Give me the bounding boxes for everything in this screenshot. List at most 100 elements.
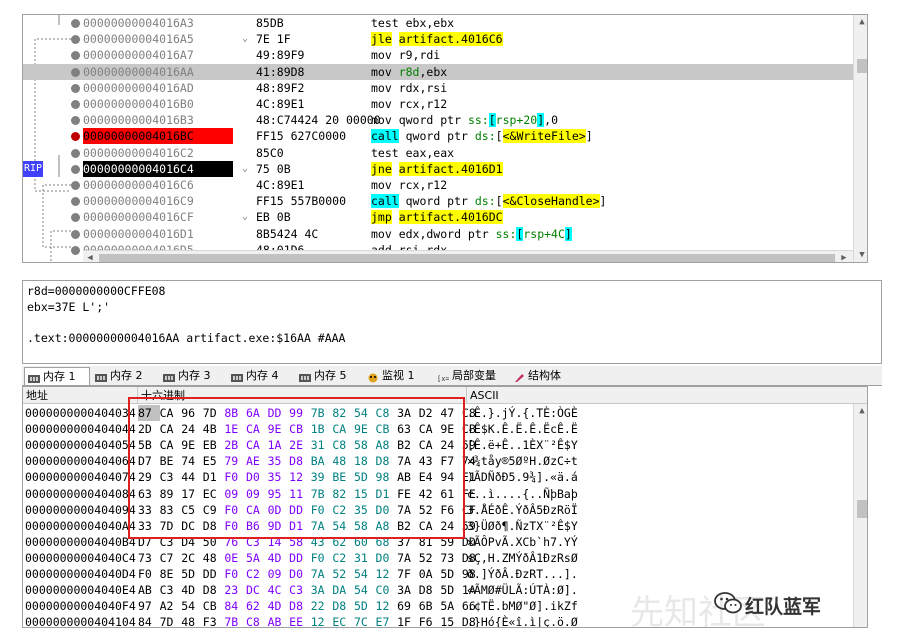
hex-byte[interactable]: 52	[419, 550, 441, 566]
tab-2[interactable]: 内存 2	[92, 367, 158, 385]
scroll-right-icon[interactable]: ▶	[837, 251, 851, 262]
breakpoint-dot-icon[interactable]	[71, 148, 80, 158]
dump-ascii[interactable]: ×¾tåy®5ØºH.ØzC÷t	[467, 453, 578, 469]
hex-byte[interactable]: 09	[268, 566, 290, 582]
tab-5[interactable]: 内存 5	[296, 367, 362, 385]
disasm-row[interactable]: RIP 00000000004016C4 ⌄ 75 0B jne artifact.40…	[23, 160, 867, 177]
hex-byte[interactable]: EE	[289, 614, 311, 627]
hex-byte[interactable]: 4D	[181, 582, 203, 598]
hex-byte[interactable]: DD	[289, 550, 311, 566]
scroll-left-icon[interactable]: ◀	[83, 251, 97, 262]
dump-ascii[interactable]: .}Hó{È«î.ì|ç.ö.Ø	[467, 614, 578, 627]
hex-byte[interactable]: D8	[289, 598, 311, 614]
tab-6[interactable]: 监视 1	[364, 367, 432, 385]
hex-byte[interactable]: DC	[246, 582, 268, 598]
disasm-vertical-scrollbar[interactable]: ▲ ▼	[853, 15, 867, 262]
breakpoint-dot-icon[interactable]	[71, 197, 80, 207]
hex-byte[interactable]: 48	[203, 550, 225, 566]
breakpoint-dot-icon[interactable]	[71, 83, 80, 93]
tab-1[interactable]: 内存 1	[24, 367, 90, 385]
disasm-row[interactable]: 00000000004016BC FF15 627C0000 call qword …	[23, 128, 867, 145]
hex-byte[interactable]: 54	[181, 598, 203, 614]
hex-byte[interactable]: D8	[419, 582, 441, 598]
hex-byte[interactable]: 1F	[397, 614, 419, 627]
disasm-horizontal-scrollbar[interactable]: ◀ ▶	[83, 250, 853, 262]
hex-byte[interactable]: C0	[376, 582, 398, 598]
disasm-row[interactable]: 00000000004016CF ⌄ EB 0B jmp artifact.4016D…	[23, 209, 867, 225]
hex-byte[interactable]: 31	[354, 550, 376, 566]
scrollbar-thumb[interactable]	[99, 254, 835, 262]
hex-byte[interactable]: 5D	[181, 566, 203, 582]
tab-7[interactable]: [x=]局部变量	[434, 367, 508, 385]
hex-byte[interactable]: F0	[224, 566, 246, 582]
hex-byte[interactable]: 0E	[224, 550, 246, 566]
disassembly-view[interactable]: 00000000004016A3 85DB test ebx,ebx 00000000…	[22, 14, 868, 263]
dump-ascii[interactable]: sÇ,H.ZMÝðÂ1ÐzRsØ	[467, 550, 578, 566]
hex-byte[interactable]: 5D	[354, 598, 376, 614]
hex-byte[interactable]: C3	[289, 582, 311, 598]
hex-byte[interactable]: D8	[203, 582, 225, 598]
dump-hex-bytes[interactable]: 97 A2 54 CB 84 62 4D D8 22 D8 5D 12 69 6B 5A 66	[138, 598, 484, 614]
breakpoint-dot-icon[interactable]	[71, 164, 80, 174]
hex-byte[interactable]: 3A	[397, 582, 419, 598]
hex-byte[interactable]: D8	[332, 598, 354, 614]
breakpoint-dot-icon[interactable]	[71, 67, 80, 77]
hex-byte[interactable]: 7B	[224, 614, 246, 627]
hex-byte[interactable]: C3	[160, 582, 182, 598]
hex-byte[interactable]: F6	[419, 614, 441, 627]
scrollbar-thumb[interactable]	[857, 500, 867, 518]
dump-ascii[interactable]: ð.]ÝðÂ.ÐzRT...].	[467, 566, 578, 582]
hex-byte[interactable]: 73	[138, 550, 160, 566]
disasm-row[interactable]: 00000000004016A3 85DB test ebx,ebx	[23, 15, 867, 31]
hex-byte[interactable]: E7	[376, 614, 398, 627]
hex-byte[interactable]: 23	[224, 582, 246, 598]
hex-byte[interactable]: 7C	[354, 614, 376, 627]
dump-hex-bytes[interactable]: 73 C7 2C 48 0E 5A 4D DD F0 C2 31 D0 7A 52 73 D8	[138, 550, 484, 566]
hex-byte[interactable]: C2	[332, 550, 354, 566]
hex-byte[interactable]: 4C	[268, 582, 290, 598]
dump-ascii[interactable]: [Ê.ë+Ê..1ÈX¨²Ê$Y	[467, 437, 578, 453]
breakpoint-dot-icon[interactable]	[71, 245, 80, 255]
column-header-ascii[interactable]: ASCII	[467, 387, 853, 404]
hex-byte[interactable]: 84	[138, 614, 160, 627]
hex-byte[interactable]: 5D	[440, 566, 462, 582]
hex-byte[interactable]: AB	[138, 582, 160, 598]
breakpoint-dot-icon[interactable]	[71, 19, 80, 28]
hex-byte[interactable]: 54	[354, 566, 376, 582]
breakpoint-dot-icon[interactable]	[71, 213, 80, 223]
scroll-up-icon[interactable]: ▲	[855, 404, 867, 418]
dump-ascii[interactable]: -Ê$K.Ê.Ë.Ê.ËcÊ.Ë	[467, 421, 578, 437]
hex-byte[interactable]: 73	[440, 550, 462, 566]
dump-vertical-scrollbar[interactable]: ▲	[853, 404, 867, 627]
hex-byte[interactable]: 2C	[181, 550, 203, 566]
disasm-row[interactable]: 00000000004016AD 48:89F2 mov rdx,rsi	[23, 80, 867, 96]
hex-byte[interactable]: A2	[160, 598, 182, 614]
hex-byte[interactable]: 6B	[419, 598, 441, 614]
hex-byte[interactable]: C8	[246, 614, 268, 627]
hex-byte[interactable]: 22	[311, 598, 333, 614]
dump-line[interactable]: 00000000004040D4 F0 8E 5D DD F0 C2 09 D0 7A 52 54 12…	[23, 566, 867, 582]
hex-byte[interactable]: 0A	[419, 566, 441, 582]
hex-byte[interactable]: D0	[289, 566, 311, 582]
dump-ascii[interactable]: ×ÃÔPvÃ.XCb`h7.YÝ	[467, 534, 578, 550]
dump-ascii[interactable]: 3}ÜØð¶.ÑzTX¨²Ê$Y	[467, 518, 578, 534]
dump-hex-bytes[interactable]: F0 8E 5D DD F0 C2 09 D0 7A 52 54 12 7F 0A 5D 98	[138, 566, 484, 582]
disasm-row[interactable]: 00000000004016C9 FF15 557B0000 call qword …	[23, 193, 867, 209]
scrollbar-thumb[interactable]	[857, 59, 867, 73]
hex-byte[interactable]: 4D	[268, 598, 290, 614]
tab-4[interactable]: 内存 4	[228, 367, 294, 385]
disasm-row[interactable]: 00000000004016A5 ⌄ 7E 1F jle artifact.4016C…	[23, 31, 867, 47]
disasm-row[interactable]: 00000000004016C6 4C:89E1 mov rcx,r12	[23, 177, 867, 193]
breakpoint-dot-icon[interactable]	[71, 262, 80, 263]
disasm-row[interactable]: 00000000004016C2 85C0 test eax,eax	[23, 145, 867, 161]
breakpoint-dot-icon[interactable]	[71, 100, 80, 109]
scroll-up-icon[interactable]: ▲	[855, 15, 867, 29]
dump-ascii[interactable]: c..ì....{..ÑþBaþ	[467, 486, 578, 502]
dump-ascii[interactable]: 3.ÅÉðÊ.ÝðÂ5ÐzRöÏ	[467, 502, 578, 518]
hex-byte[interactable]: EC	[332, 614, 354, 627]
breakpoint-dot-icon[interactable]	[71, 132, 80, 142]
disasm-row[interactable]: 00000000004016B3 48:C74424 20 00000 mov qw…	[23, 112, 867, 128]
hex-byte[interactable]: 52	[332, 566, 354, 582]
hex-byte[interactable]: 54	[354, 582, 376, 598]
hex-byte[interactable]: 5A	[246, 550, 268, 566]
